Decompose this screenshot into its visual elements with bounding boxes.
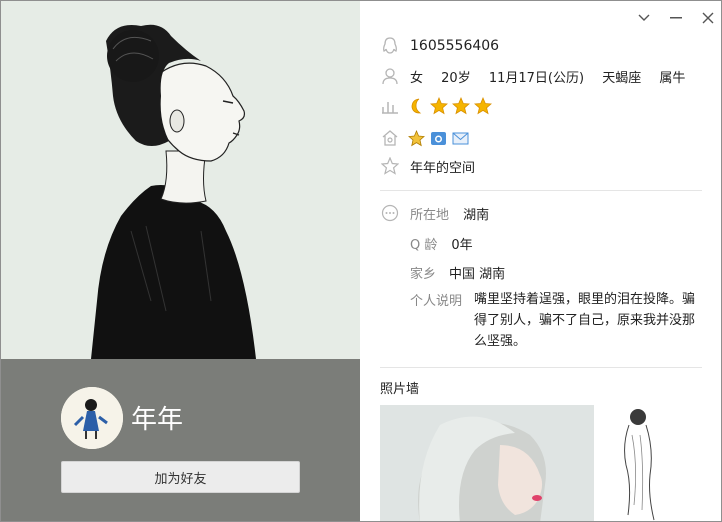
mail-icon[interactable] <box>452 130 469 147</box>
star-icon <box>452 97 470 115</box>
minimize-icon[interactable] <box>669 11 683 25</box>
hometown-value: 中国 湖南 <box>449 267 506 282</box>
crown-icon[interactable] <box>408 129 425 147</box>
star-icon <box>474 97 492 115</box>
penguin-icon <box>380 36 400 56</box>
divider <box>380 190 702 191</box>
divider <box>380 367 702 368</box>
qage-label: Q 龄 <box>410 238 438 253</box>
qage-row: Q 龄 0年 <box>410 234 473 253</box>
hometown-row: 家乡 中国 湖南 <box>410 263 505 282</box>
services-row <box>380 128 469 148</box>
moon-icon <box>411 98 422 114</box>
gender: 女 <box>410 70 424 86</box>
chinese-zodiac: 属牛 <box>659 70 686 86</box>
profile-window: 年年 加为好友 1605556406 女 20岁 11月17日(公历) 天蝎座 … <box>0 0 722 522</box>
avatar[interactable] <box>61 387 123 449</box>
window-controls <box>637 11 715 25</box>
level-icons[interactable] <box>408 97 492 115</box>
qq-number: 1605556406 <box>410 38 500 54</box>
signature-row: 个人说明 <box>410 290 462 309</box>
location-value: 湖南 <box>463 207 490 223</box>
close-icon[interactable] <box>701 11 715 25</box>
signature-value: 嘴里坚持着逞强，眼里的泪在投降。骗得了别人，骗不了自己，原来我并没那么坚强。 <box>474 292 696 349</box>
basic-info-row: 女 20岁 11月17日(公历) 天蝎座 属牛 <box>380 66 699 86</box>
right-panel: 1605556406 女 20岁 11月17日(公历) 天蝎座 属牛 年年的空间… <box>360 1 721 521</box>
user-icon <box>380 66 400 86</box>
chevron-down-icon[interactable] <box>637 11 651 25</box>
more-icon <box>380 203 400 223</box>
star-outline-icon <box>380 156 400 176</box>
location-row: 所在地 湖南 <box>380 203 489 223</box>
qq-number-row: 1605556406 <box>380 36 499 56</box>
star-icon <box>430 97 448 115</box>
home-icon <box>380 128 400 148</box>
space-link[interactable]: 年年的空间 <box>410 157 475 176</box>
zodiac: 天蝎座 <box>602 70 642 86</box>
nickname: 年年 <box>131 405 184 435</box>
bar-chart-icon <box>380 96 400 116</box>
profile-area: 年年 加为好友 <box>1 359 360 521</box>
add-friend-button[interactable]: 加为好友 <box>61 461 300 493</box>
camera-icon[interactable] <box>430 130 447 147</box>
photo-wall-title: 照片墙 <box>380 382 420 397</box>
location-label: 所在地 <box>410 207 450 223</box>
signature-label: 个人说明 <box>410 294 463 309</box>
cover-image <box>1 1 360 359</box>
birthday: 11月17日(公历) <box>488 70 585 86</box>
left-panel: 年年 加为好友 <box>1 1 360 521</box>
photo-2[interactable] <box>604 405 702 521</box>
space-row[interactable]: 年年的空间 <box>380 156 475 176</box>
photo-1[interactable] <box>380 405 594 521</box>
age: 20岁 <box>441 70 471 86</box>
qage-value: 0年 <box>451 238 473 253</box>
hometown-label: 家乡 <box>410 267 437 282</box>
level-row <box>380 96 492 116</box>
